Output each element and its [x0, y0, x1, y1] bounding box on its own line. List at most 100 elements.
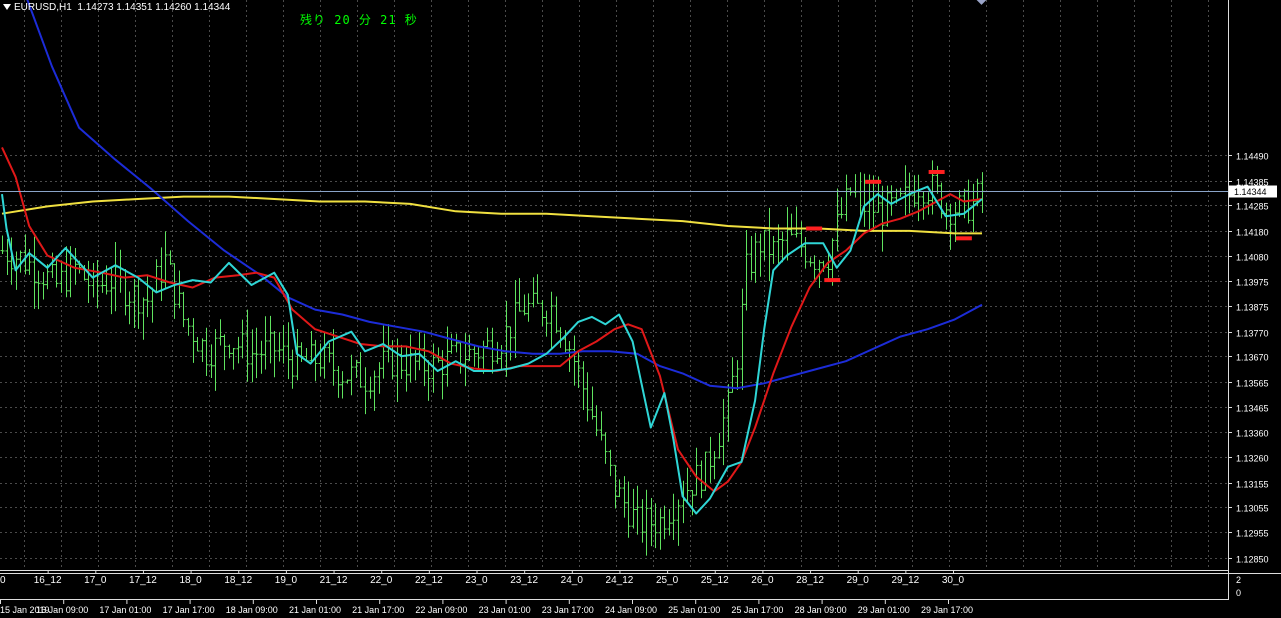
y-tick-label: 1.13155 [1236, 480, 1269, 490]
candle-bar [36, 270, 41, 310]
x-tick-label-top: 0 [0, 575, 6, 586]
x-tick-label-top: 16_12 [34, 575, 62, 586]
x-tick-label-top: 17_12 [129, 575, 157, 586]
candle-bar [236, 336, 241, 364]
candle-bar [59, 261, 64, 293]
candle-bar [231, 347, 236, 370]
candle-bar [368, 376, 373, 399]
candle-bar [386, 324, 391, 363]
candle-bar [485, 327, 490, 350]
candle-bar [576, 351, 581, 389]
candle-bar [150, 287, 155, 323]
candle-bar [667, 509, 672, 536]
x-tick-label-bottom: 17 Jan 01:00 [99, 605, 151, 615]
x-tick-label-bottom: 23 Jan 01:00 [479, 605, 531, 615]
y-tick-label: 1.13770 [1236, 329, 1269, 339]
x-tick-label-top: 24_0 [561, 575, 584, 586]
candle-bar [889, 185, 894, 216]
candle-bar [671, 493, 676, 540]
candle-bar [631, 488, 636, 529]
candle-bar [653, 503, 658, 549]
y-tick-label: 1.13260 [1236, 454, 1269, 464]
candle-bar [372, 370, 377, 411]
candle-bar [73, 248, 78, 285]
candle-bar [676, 499, 681, 546]
candle-bar [721, 398, 726, 466]
candle-bar [789, 213, 794, 236]
candle-bar [749, 235, 754, 281]
candle-bar [808, 257, 813, 267]
candle-bar [708, 436, 713, 483]
candle-bar [322, 331, 327, 379]
x-tick-label-top: 22_0 [370, 575, 393, 586]
candle-bar [277, 332, 282, 362]
candle-bar [168, 250, 173, 265]
x-tick-label-bottom: 17 Jan 17:00 [163, 605, 215, 615]
candle-bar [758, 233, 763, 277]
dropdown-triangle-icon[interactable] [3, 4, 11, 10]
symbol-label: EURUSD,H1 [14, 2, 72, 13]
candle-bar [658, 508, 663, 550]
x-tick-label-top: 24_12 [606, 575, 634, 586]
candle-bar [204, 327, 209, 376]
x-tick-label-bottom: 24 Jan 09:00 [605, 605, 657, 615]
x-tick-label-top: 21_12 [320, 575, 348, 586]
candle-bar [957, 190, 962, 217]
candle-bar [508, 326, 513, 361]
candle-bar [594, 405, 599, 437]
y-tick-label: 1.12850 [1236, 555, 1269, 565]
candle-bar [463, 333, 468, 387]
y-tick-label: 1.12955 [1236, 529, 1269, 539]
candle-bar [735, 360, 740, 390]
candle-bar [458, 341, 463, 374]
fractal-marker [928, 169, 945, 174]
x-tick-label-top: 23_12 [510, 575, 538, 586]
candle-bar [608, 449, 613, 477]
candle-bar [154, 259, 159, 292]
fractal-marker [955, 236, 972, 241]
candle-bar [853, 174, 858, 198]
candle-bar [572, 335, 577, 386]
y-tick-label: 1.14080 [1236, 253, 1269, 263]
candle-bar [740, 288, 745, 390]
candle-bar [626, 481, 631, 538]
candle-bar [454, 333, 459, 353]
x-tick-label-top: 29_0 [847, 575, 870, 586]
candle-bar [309, 330, 314, 362]
candle-bar [926, 192, 931, 215]
candle-bar [871, 175, 876, 232]
candle-bar [259, 340, 264, 374]
x-tick-label-bottom: 29 Jan 01:00 [858, 605, 910, 615]
candle-bar [250, 329, 255, 383]
candle-bar [744, 230, 749, 311]
candle-bar [694, 447, 699, 496]
fractal-marker [865, 179, 882, 184]
candle-bar [472, 345, 477, 367]
candle-bar [417, 332, 422, 371]
price-chart[interactable]: 1.144901.143851.142851.141801.140801.139… [0, 0, 1281, 618]
y-tick-label: 1.14285 [1236, 202, 1269, 212]
candle-bar [599, 411, 604, 441]
x-tick-label-bottom: 25 Jan 17:00 [731, 605, 783, 615]
candle-bar [141, 297, 146, 340]
x-tick-label-top: 22_12 [415, 575, 443, 586]
current-price-label: 1.14344 [1234, 187, 1267, 197]
y-tick-label: 1.13055 [1236, 504, 1269, 514]
candle-bar [91, 263, 96, 298]
candle-bar [930, 160, 935, 215]
candle-bar [286, 322, 291, 380]
candle-bar [839, 197, 844, 219]
candle-bar [399, 344, 404, 380]
candle-bar [426, 360, 431, 401]
candle-bar [186, 317, 191, 336]
candle-bar [349, 354, 354, 396]
candle-bar [336, 365, 341, 398]
x-tick-label-top: 25_12 [701, 575, 729, 586]
candle-bar [136, 276, 141, 329]
x-tick-label-bottom: 18 Jan 09:00 [226, 605, 278, 615]
candle-bar [254, 327, 259, 379]
candle-bar [222, 334, 227, 371]
candle-bar [513, 279, 518, 359]
subpanel-scale-label: 2 [1236, 575, 1241, 585]
x-tick-label-top: 29_12 [891, 575, 919, 586]
